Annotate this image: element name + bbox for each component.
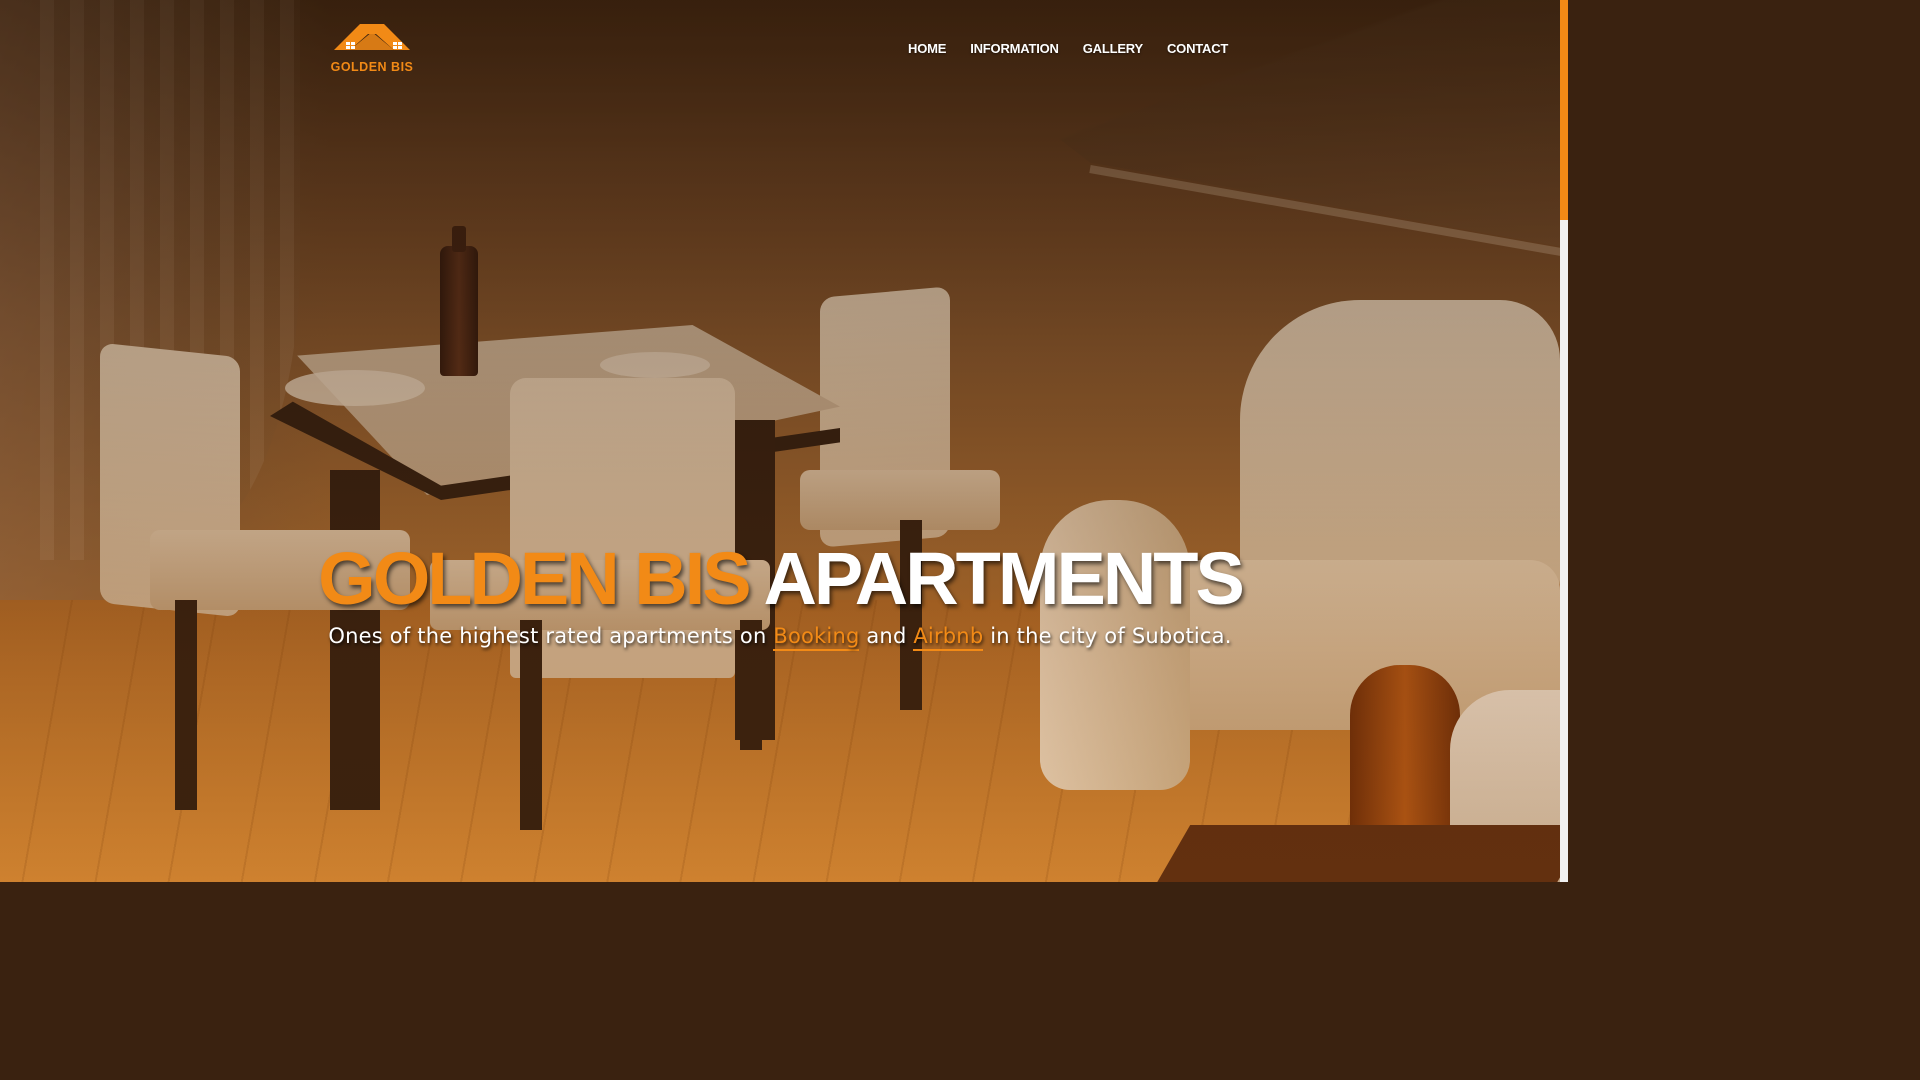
hero-title-accent: GOLDEN BIS	[318, 537, 751, 620]
nav-contact[interactable]: CONTACT	[1155, 40, 1240, 58]
scrollbar-thumb[interactable]	[1560, 0, 1568, 220]
hero-title: GOLDEN BIS APARTMENTS	[0, 536, 1560, 622]
hero-subtitle-after: in the city of Subotica.	[983, 624, 1232, 648]
logo-text: GOLDEN BIS	[330, 60, 414, 74]
hero-title-plain: APARTMENTS	[763, 537, 1244, 620]
page-scrollbar[interactable]	[1560, 0, 1568, 882]
nav-home[interactable]: HOME	[896, 40, 958, 58]
booking-link[interactable]: Booking	[773, 624, 860, 651]
hero-subtitle-before: Ones of the highest rated apartments on	[328, 624, 774, 648]
nav-information[interactable]: INFORMATION	[958, 40, 1071, 58]
airbnb-link[interactable]: Airbnb	[913, 624, 984, 651]
nav-gallery[interactable]: GALLERY	[1071, 40, 1155, 58]
hero-background-image	[0, 0, 1560, 882]
house-roof-icon	[334, 24, 410, 50]
hero-subtitle: Ones of the highest rated apartments on …	[0, 620, 1560, 652]
site-logo[interactable]: GOLDEN BIS	[330, 22, 414, 78]
main-nav: HOME INFORMATION GALLERY CONTACT	[896, 40, 1240, 58]
hero-subtitle-and: and	[859, 624, 914, 648]
hero-overlay	[0, 0, 1560, 882]
